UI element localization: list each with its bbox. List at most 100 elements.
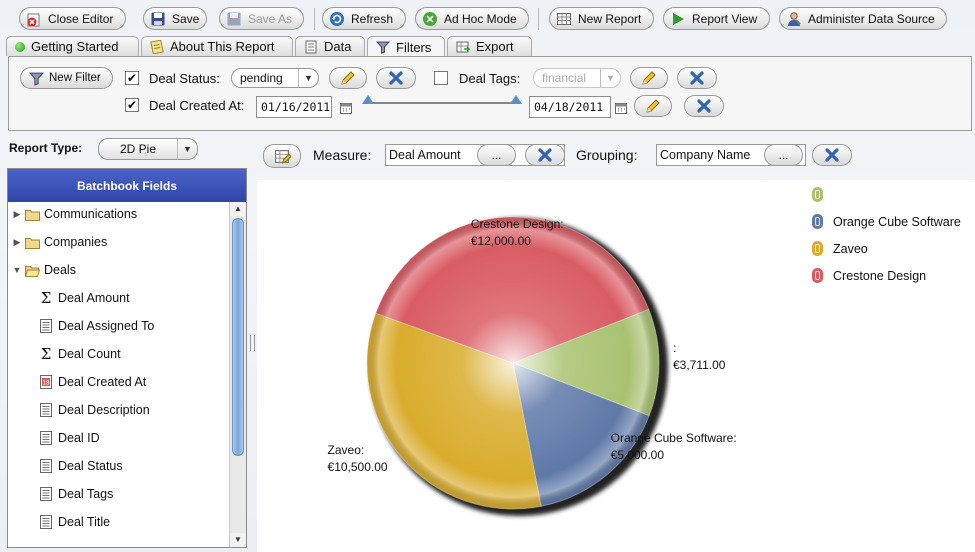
legend-swatch	[812, 268, 823, 283]
tab-getting-started[interactable]: Getting Started	[6, 36, 139, 56]
save-button[interactable]: Save	[143, 7, 207, 30]
deal-status-select[interactable]: pending ▼	[231, 68, 319, 88]
edit-deal-tags-button[interactable]	[630, 67, 668, 89]
remove-deal-status-button[interactable]	[376, 67, 416, 89]
toolbar-separator	[314, 8, 315, 30]
pie-chart	[366, 216, 668, 516]
legend-swatch	[812, 241, 823, 256]
tree-field-deal-description[interactable]: Deal Description	[38, 400, 150, 420]
slice-name: :	[672, 341, 677, 356]
collapsed-arrow-icon[interactable]: ▶	[12, 237, 22, 248]
close-icon	[690, 71, 704, 85]
slice-label: Crestone Design: €12,000.00	[471, 216, 564, 250]
legend-item[interactable]: Crestone Design	[812, 268, 926, 283]
play-icon	[673, 12, 684, 25]
collapsed-arrow-icon[interactable]: ▶	[12, 209, 22, 220]
remove-deal-created-button[interactable]	[684, 95, 724, 117]
expanded-arrow-icon[interactable]: ▼	[12, 265, 22, 275]
new-report-button[interactable]: New Report	[549, 7, 654, 30]
tab-export[interactable]: Export	[447, 36, 532, 56]
deal-created-checkbox[interactable]: ✔	[125, 98, 139, 112]
pie-gloss	[367, 217, 659, 509]
tree-field-deal-amount[interactable]: Σ Deal Amount	[38, 288, 130, 308]
edit-deal-status-button[interactable]	[329, 67, 367, 89]
deal-tags-select[interactable]: financial ▼	[533, 68, 621, 88]
deal-status-checkbox[interactable]: ✔	[125, 71, 139, 85]
edit-deal-created-button[interactable]	[634, 95, 672, 117]
refresh-button[interactable]: Refresh	[322, 7, 406, 30]
close-editor-button[interactable]: Close Editor	[19, 7, 126, 30]
slice-value: €10,500.00	[327, 459, 388, 474]
date-range-slider[interactable]	[367, 102, 517, 104]
close-icon	[538, 148, 552, 162]
deal-status-value: pending	[240, 71, 283, 85]
tree-item-label: Companies	[44, 235, 108, 249]
green-dot-icon	[15, 41, 25, 52]
svg-text:18: 18	[43, 381, 50, 387]
save-as-button[interactable]: Save As	[219, 7, 304, 30]
notepad-icon	[150, 39, 164, 54]
text-field-icon	[38, 431, 54, 445]
scroll-up-icon[interactable]: ▲	[230, 202, 246, 216]
report-view-button[interactable]: Report View	[663, 7, 770, 30]
text-field-icon	[38, 319, 54, 333]
tree-field-deal-count[interactable]: Σ Deal Count	[38, 344, 121, 364]
grouping-value: Company Name	[660, 148, 751, 162]
tree-folder-companies[interactable]: ▶ Companies	[12, 232, 108, 252]
calendar-icon[interactable]	[615, 102, 627, 114]
text-field-icon	[38, 487, 54, 501]
tab-label: Getting Started	[31, 39, 119, 54]
save-label: Save	[172, 11, 200, 26]
panel-splitter[interactable]	[250, 335, 255, 351]
tree-folder-deals[interactable]: ▼ Deals	[12, 260, 76, 280]
tree-field-deal-title[interactable]: Deal Title	[38, 512, 110, 532]
legend-label: Crestone Design	[833, 268, 927, 283]
report-type-select[interactable]: 2D Pie ▼	[98, 138, 198, 160]
slice-label: : €3,711.00	[673, 340, 726, 374]
folder-open-icon	[24, 264, 40, 277]
ellipsis-label: ...	[491, 148, 502, 162]
chevron-down-icon: ▼	[298, 69, 318, 87]
tab-data[interactable]: Data	[295, 36, 365, 56]
remove-deal-tags-button[interactable]	[677, 67, 717, 89]
calendar-field-icon: 18	[38, 375, 54, 389]
ad-hoc-mode-button[interactable]: Ad Hoc Mode	[415, 7, 529, 30]
measure-settings-button[interactable]	[263, 144, 301, 168]
tree-field-deal-tags[interactable]: Deal Tags	[38, 484, 113, 504]
tree-item-label: Deal Amount	[58, 291, 130, 305]
calendar-icon[interactable]	[340, 102, 352, 114]
tab-filters[interactable]: Filters	[367, 36, 445, 57]
tree-field-deal-created-at[interactable]: 18 Deal Created At	[38, 372, 146, 392]
refresh-icon	[330, 11, 344, 26]
new-filter-button[interactable]: New Filter	[20, 67, 113, 89]
slider-start-handle[interactable]	[362, 95, 374, 104]
legend-item[interactable]	[812, 187, 833, 202]
grouping-browse-button[interactable]: ...	[764, 144, 803, 166]
deal-tags-value: financial	[542, 71, 587, 85]
scroll-thumb[interactable]	[232, 218, 244, 456]
remove-measure-button[interactable]	[525, 144, 565, 166]
scroll-down-icon[interactable]: ▼	[230, 533, 246, 547]
date-from-input[interactable]: 01/16/2011	[256, 96, 332, 118]
legend-item[interactable]: Zaveo	[812, 241, 868, 256]
measure-browse-button[interactable]: ...	[477, 144, 516, 166]
date-to-input[interactable]: 04/18/2011	[529, 96, 611, 118]
data-sheet-icon	[305, 40, 317, 53]
administer-data-source-button[interactable]: Administer Data Source	[779, 7, 947, 30]
legend-swatch	[812, 187, 823, 202]
tree-field-deal-status[interactable]: Deal Status	[38, 456, 123, 476]
deal-tags-checkbox[interactable]	[434, 71, 448, 85]
tree-folder-communications[interactable]: ▶ Communications	[12, 204, 138, 224]
tab-about-this-report[interactable]: About This Report	[141, 36, 293, 56]
tab-label: Data	[324, 39, 352, 54]
fields-scrollbar[interactable]: ▲ ▼	[229, 202, 246, 547]
tree-field-deal-id[interactable]: Deal ID	[38, 428, 100, 448]
slice-value: €3,711.00	[672, 358, 726, 373]
remove-grouping-button[interactable]	[812, 144, 852, 166]
tree-field-deal-assigned-to[interactable]: Deal Assigned To	[38, 316, 154, 336]
slider-end-handle[interactable]	[510, 95, 522, 104]
tree-item-label: Deal ID	[58, 431, 100, 445]
save-as-label: Save As	[248, 11, 293, 26]
date-to-value: 04/18/2011	[534, 100, 604, 114]
legend-item[interactable]: Orange Cube Software	[812, 214, 961, 229]
